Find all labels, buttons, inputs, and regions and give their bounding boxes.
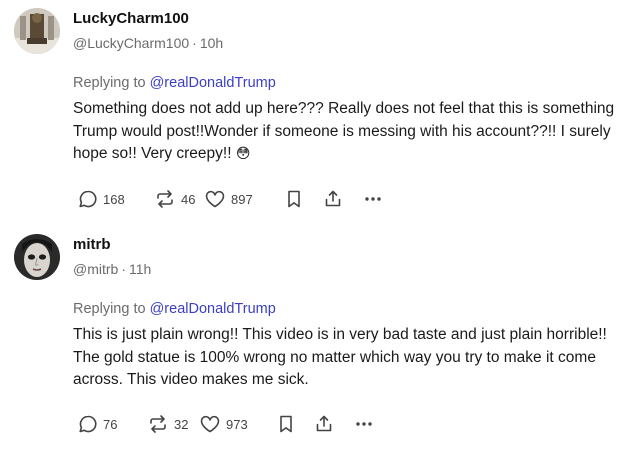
author-meta: @LuckyCharm100 · 10h (73, 35, 223, 51)
author-handle[interactable]: @mitrb (73, 261, 118, 277)
restack-arrows-icon (157, 190, 173, 208)
speech-bubble-icon (79, 190, 97, 208)
reply-button[interactable]: 168 (78, 189, 154, 209)
restack-count: 32 (174, 416, 189, 432)
like-button[interactable]: 973 (199, 414, 278, 434)
reply-count: 76 (103, 416, 118, 432)
vintage-face-portrait-avatar-icon (14, 234, 60, 280)
flushed-face-emoji: 😳 (235, 146, 251, 162)
more-dots-icon (356, 422, 372, 426)
more-button[interactable] (363, 189, 383, 209)
replying-to: Replying to @realDonaldTrump (73, 75, 276, 91)
bookmark-icon (288, 190, 300, 208)
author-name[interactable]: mitrb (73, 236, 111, 253)
share-icon (325, 190, 341, 207)
heart-icon (205, 190, 225, 208)
restack-button[interactable]: 46 (154, 189, 204, 209)
mention-link[interactable]: @realDonaldTrump (150, 75, 276, 91)
more-button[interactable] (354, 414, 374, 434)
replying-to-label: Replying to (73, 75, 146, 91)
action-bar: 76 32 973 (78, 412, 374, 436)
bookmark-button[interactable] (278, 414, 314, 434)
mention-link[interactable]: @realDonaldTrump (150, 301, 276, 317)
bookmark-button[interactable] (286, 189, 323, 209)
comment-body: This is just plain wrong!! This video is… (73, 324, 633, 392)
like-button[interactable]: 897 (204, 189, 286, 209)
post-time[interactable]: 10h (200, 35, 223, 51)
share-button[interactable] (323, 189, 363, 209)
post-time[interactable]: 11h (129, 261, 151, 277)
restack-count: 46 (181, 191, 196, 207)
restack-arrows-icon (150, 415, 166, 433)
avatar[interactable] (14, 8, 60, 54)
replying-to: Replying to @realDonaldTrump (73, 301, 276, 317)
author-name[interactable]: LuckyCharm100 (73, 10, 189, 27)
reply-count: 168 (103, 191, 125, 207)
action-bar: 168 46 897 (78, 187, 383, 211)
avatar[interactable] (14, 234, 60, 280)
statue-portrait-avatar-icon (14, 8, 60, 54)
heart-icon (200, 415, 220, 433)
restack-button[interactable]: 32 (147, 414, 199, 434)
like-count: 973 (226, 416, 248, 432)
author-meta: @mitrb · 11h (73, 261, 151, 277)
speech-bubble-icon (79, 415, 97, 433)
share-icon (316, 415, 332, 432)
bookmark-icon (280, 415, 292, 433)
reply-button[interactable]: 76 (78, 414, 147, 434)
meta-separator: · (121, 261, 126, 277)
share-button[interactable] (314, 414, 354, 434)
meta-separator: · (192, 35, 197, 51)
comment-body: Something does not add up here??? Really… (73, 98, 633, 166)
author-handle[interactable]: @LuckyCharm100 (73, 35, 189, 51)
like-count: 897 (231, 191, 253, 207)
comment-feed: LuckyCharm100 @LuckyCharm100 · 10h Replyin… (0, 0, 640, 452)
comment-text: Something does not add up here??? Really… (73, 100, 615, 162)
comment-text: This is just plain wrong!! This video is… (73, 326, 607, 388)
replying-to-label: Replying to (73, 301, 146, 317)
more-dots-icon (365, 197, 381, 201)
